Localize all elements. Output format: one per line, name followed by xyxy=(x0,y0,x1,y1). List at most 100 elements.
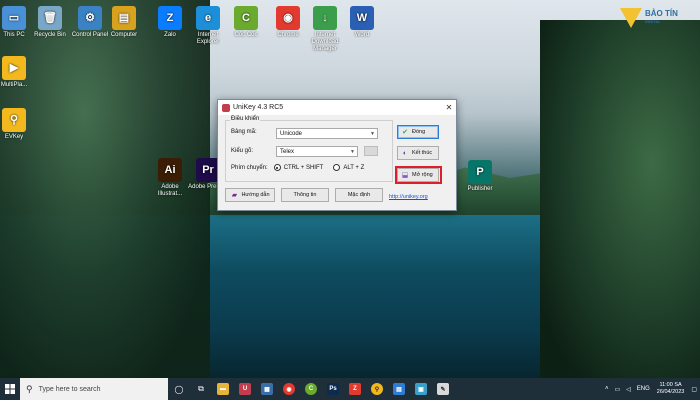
input-method-select[interactable]: Telex ▼ xyxy=(276,146,358,157)
taskbar-chrome[interactable]: ◉ xyxy=(278,378,300,400)
brand-subname: DIGITAL xyxy=(645,19,661,24)
photos-icon: ▣ xyxy=(415,383,427,395)
hotkey-label: Phím chuyển: xyxy=(231,164,268,171)
taskbar-unikey[interactable]: U xyxy=(234,378,256,400)
taskbar-app-2[interactable]: ▣ xyxy=(410,378,432,400)
taskbar-coccoc[interactable]: C xyxy=(300,378,322,400)
exit-button-label: Kết thúc xyxy=(412,150,433,156)
chrome-icon: ◉ xyxy=(283,383,295,395)
store-icon: ▦ xyxy=(261,383,273,395)
group-title: Điều khiển xyxy=(230,116,261,122)
desktop-icon-label: Chrome xyxy=(277,32,299,38)
desktop-icon-label: Computer xyxy=(110,32,138,38)
desktop-icon[interactable]: P Publisher xyxy=(460,160,500,193)
input-method-label: Kiểu gõ: xyxy=(231,148,254,154)
control-group: Điều khiển Bảng mã: Unicode ▼ Kiểu gõ: T… xyxy=(225,116,393,182)
hotkey-alt-z-radio[interactable] xyxy=(333,164,341,171)
app-icon: ▶ xyxy=(2,56,26,80)
notification-icon[interactable]: ▢ xyxy=(691,386,697,393)
unikey-logo-icon xyxy=(222,103,230,112)
default-button[interactable]: Mặc định xyxy=(335,188,383,202)
book-icon: ▰ xyxy=(231,192,238,199)
network-icon[interactable]: ▭ xyxy=(614,386,620,393)
zalo-icon: Z xyxy=(349,383,361,395)
desktop-icon-label: Zalo xyxy=(164,32,176,38)
titlebar: UniKey 4.3 RC5 ✕ xyxy=(218,100,456,115)
chevron-down-icon: ▼ xyxy=(370,130,375,137)
photoshop-icon: Ps xyxy=(327,383,339,395)
desktop-icon[interactable]: ◉ Chrome xyxy=(268,6,308,39)
volume-icon[interactable]: ◁ xyxy=(626,386,631,393)
evkey-icon: ⚲ xyxy=(371,383,383,395)
desktop-icon-label: Internet Download Manager xyxy=(311,32,339,52)
info-button-label: Thông tin xyxy=(293,192,317,198)
default-button-label: Mặc định xyxy=(347,192,371,198)
unikey-taskbar-icon: U xyxy=(239,383,251,395)
taskbar-zalo[interactable]: Z xyxy=(344,378,366,400)
taskbar-store[interactable]: ▦ xyxy=(256,378,278,400)
desktop-icon[interactable]: ⚲ EVKey xyxy=(0,108,34,141)
unikey-window: UniKey 4.3 RC5 ✕ Điều khiển Bảng mã: Uni… xyxy=(217,99,457,211)
search-placeholder: Type here to search xyxy=(38,385,101,393)
close-button[interactable]: ✔ Đóng xyxy=(397,125,439,139)
desktop-icon[interactable]: Ai Adobe Illustrat... xyxy=(150,158,190,198)
taskbar-photoshop[interactable]: Ps xyxy=(322,378,344,400)
start-button[interactable] xyxy=(0,378,20,400)
desktop-icon[interactable]: ▤ Computer xyxy=(104,6,144,39)
taskbar-evkey[interactable]: ⚲ xyxy=(366,378,388,400)
desktop-icon[interactable]: ▶ MultiPla... xyxy=(0,56,34,89)
clock-time: 11:00 SA xyxy=(659,382,682,388)
language-indicator[interactable]: ENG xyxy=(637,386,650,392)
desktop-icon[interactable]: ▭ This PC xyxy=(0,6,34,39)
app-icon: ▭ xyxy=(2,6,26,30)
app-icon: C xyxy=(234,6,258,30)
desktop-icon[interactable]: e Internet Explorer xyxy=(188,6,228,46)
app-icon: ◉ xyxy=(276,6,300,30)
folder-icon: ▬ xyxy=(217,383,229,395)
task-view-icon: ◯ xyxy=(174,384,184,394)
app-icon: e xyxy=(196,6,220,30)
exit-button[interactable]: ◐ Kết thúc xyxy=(397,146,439,160)
desktop-icon-label: This PC xyxy=(3,32,25,38)
help-button[interactable]: ▰ Hướng dẫn xyxy=(225,188,275,202)
charset-select[interactable]: Unicode ▼ xyxy=(276,128,378,139)
expand-button-highlight xyxy=(395,166,442,184)
charset-label: Bảng mã: xyxy=(231,129,257,135)
desktop-icon[interactable]: ↓ Internet Download Manager xyxy=(305,6,345,53)
taskbar-explorer[interactable]: ▬ xyxy=(212,378,234,400)
charset-value: Unicode xyxy=(280,130,303,137)
desktop-icon[interactable]: Z Zalo xyxy=(150,6,190,39)
desktop-icon[interactable]: 🗑 Recycle Bin xyxy=(30,6,70,39)
app-icon: P xyxy=(468,160,492,184)
search-box[interactable]: ⚲ Type here to search xyxy=(20,378,168,400)
unikey-link[interactable]: http://unikey.org xyxy=(389,194,428,200)
desktop-icon[interactable]: W Word xyxy=(342,6,382,39)
desktop-icon[interactable]: C Cốc Cốc xyxy=(226,6,266,39)
search-icon: ⚲ xyxy=(26,383,33,394)
brand-name: BẢO TÍN xyxy=(645,9,678,18)
info-button[interactable]: Thông tin xyxy=(281,188,329,202)
help-button-label: Hướng dẫn xyxy=(241,192,270,198)
brand-logo: BẢO TÍN DIGITAL xyxy=(620,8,678,28)
window-title: UniKey 4.3 RC5 xyxy=(233,104,284,111)
task-view-button[interactable]: ◯ xyxy=(168,378,190,400)
chevron-up-icon[interactable]: ˄ xyxy=(605,386,609,392)
input-method-extra-button[interactable] xyxy=(364,146,378,156)
close-icon[interactable]: ✕ xyxy=(442,103,456,112)
clock[interactable]: 11:00 SA 26/04/2023 xyxy=(657,382,685,396)
hotkey-opt2-label: ALT + Z xyxy=(343,164,365,171)
widgets-icon: ⧉ xyxy=(198,384,204,393)
checkmark-icon: ✔ xyxy=(402,129,408,136)
exit-icon: ◐ xyxy=(402,149,408,157)
app-icon: Ai xyxy=(158,158,182,182)
hotkey-row: Phím chuyển: CTRL + SHIFT ALT + Z xyxy=(231,164,364,171)
taskbar-app-1[interactable]: ▤ xyxy=(388,378,410,400)
desktop-icon-label: Internet Explorer xyxy=(196,32,220,45)
app-icon: W xyxy=(350,6,374,30)
clock-date: 26/04/2023 xyxy=(656,389,685,395)
brand-triangle-icon xyxy=(620,8,642,28)
taskbar-app-3[interactable]: ✎ xyxy=(432,378,454,400)
hotkey-ctrl-shift-radio[interactable] xyxy=(273,164,281,171)
app-icon: 🗑 xyxy=(38,6,62,30)
widgets-button[interactable]: ⧉ xyxy=(190,378,212,400)
